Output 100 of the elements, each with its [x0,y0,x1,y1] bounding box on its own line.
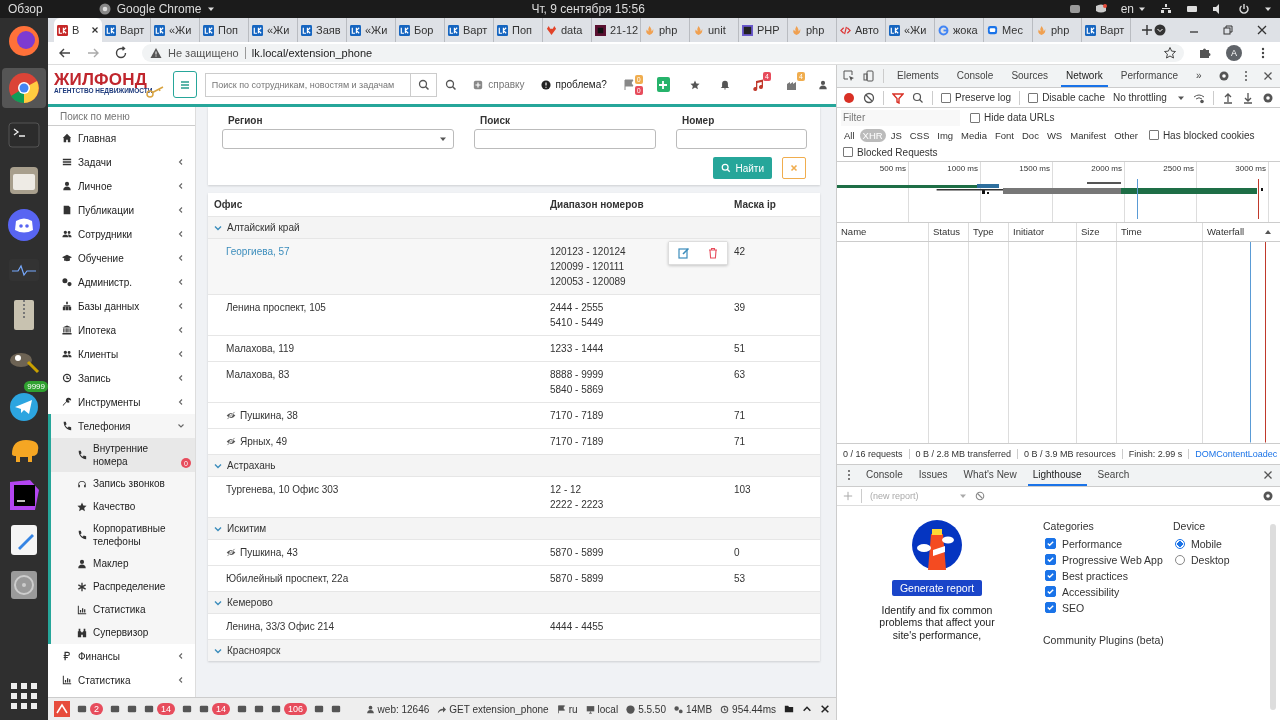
device-radio[interactable]: Desktop [1175,553,1270,566]
select-field[interactable] [222,129,454,149]
device-radio[interactable]: Mobile [1175,537,1270,550]
filter-icon[interactable] [892,91,904,104]
type-filter-button[interactable]: Doc [1019,128,1042,142]
devtools-tab[interactable]: Console [951,65,999,87]
column-header[interactable]: Status [929,223,969,241]
menu-item[interactable]: Базы данных [48,294,195,318]
user-icon[interactable] [818,79,828,90]
browser-icon[interactable] [6,23,42,59]
more-tabs-button[interactable]: » [1191,65,1207,87]
settings-icon[interactable] [1218,70,1230,82]
activities-button[interactable]: Обзор [8,2,43,16]
preserve-log-checkbox[interactable]: Preserve log [941,92,1012,103]
app-menu[interactable]: Google Chrome [58,2,216,16]
wifi-settings-icon[interactable] [1192,91,1205,104]
search-field[interactable]: Поиск по сотрудникам, новостям и задачам [204,72,412,97]
type-filter-button[interactable]: Img [934,128,957,142]
search-button[interactable] [411,72,438,97]
inspect-icon[interactable] [843,70,855,82]
drawer-tab[interactable]: What's New [958,464,1022,486]
devtools-tab[interactable]: Performance [1115,65,1183,87]
column-header[interactable]: Initiator [1009,223,1077,241]
input-field[interactable] [474,129,656,149]
blocked-cookies-checkbox[interactable]: Has blocked cookies [1148,129,1255,141]
sort-ascending-icon[interactable] [1264,228,1272,236]
help-link[interactable]: справку [473,79,525,90]
clear-icon[interactable] [974,490,985,501]
download-icon[interactable] [1241,91,1254,104]
menu-item[interactable]: Личное [48,174,195,198]
blocked-requests-checkbox[interactable]: Blocked Requests [843,146,938,158]
submenu-item[interactable]: Супервизор [51,621,195,644]
type-filter-button[interactable]: CSS [906,128,933,142]
category-checkbox[interactable]: Best practices [1045,569,1173,582]
throttling-dropdown[interactable]: No throttling [1112,92,1185,103]
close-icon[interactable] [91,26,99,34]
column-header[interactable]: Type [969,223,1009,241]
locale-info[interactable]: ru [556,703,578,715]
back-icon[interactable] [58,46,72,60]
menu-button[interactable] [172,71,197,98]
memory-info[interactable]: 14MB [673,703,713,715]
new-tab-icon[interactable] [1141,24,1153,36]
chat-icon[interactable] [6,207,42,243]
delete-button[interactable] [698,242,727,264]
menu-item[interactable]: Инструменты [48,390,195,414]
column-header[interactable]: Waterfall [1203,223,1264,241]
filter-field[interactable]: Filter [841,109,960,126]
chevron-up-icon[interactable] [802,704,812,714]
language-menu[interactable]: en [1120,2,1146,16]
menu-item[interactable]: Публикации [48,198,195,222]
upload-icon[interactable] [1221,91,1234,104]
drawer-tab[interactable]: Lighthouse [1027,464,1087,486]
group-header[interactable]: Кемерово [208,591,820,613]
clear-icon[interactable] [863,91,875,104]
menu-item[interactable]: Запись [48,366,195,390]
group-header[interactable]: Астрахань [208,454,820,476]
menu-item[interactable]: Ипотека [48,318,195,342]
generate-report-button[interactable]: Generate report [891,579,983,596]
bookmark-star-icon[interactable] [1164,47,1176,59]
search-icon[interactable] [445,78,458,91]
settings-icon[interactable] [1262,91,1274,104]
caret-icon[interactable] [1264,5,1272,13]
column-header[interactable]: Name [837,223,929,241]
debug-logo-icon[interactable] [54,701,70,717]
type-filter-button[interactable]: JS [887,128,905,142]
type-filter-button[interactable]: Manifest [1067,128,1110,142]
network-icon[interactable] [1160,3,1172,15]
clock[interactable]: Чт, 9 сентября 15:56 [531,2,645,16]
devtools-tab[interactable]: Elements [892,65,944,87]
request-info[interactable]: GET extension_phone [437,703,549,715]
music-note-icon[interactable] [752,78,764,91]
url-text[interactable]: lk.local/extension_phone [251,47,373,59]
puzzle-icon[interactable] [1198,46,1212,60]
battery-icon[interactable] [1186,3,1198,15]
menu-item[interactable]: Задачи [48,150,195,174]
submenu-item[interactable]: Распределение [51,575,195,598]
type-filter-button[interactable]: WS [1043,128,1066,142]
environment-info[interactable]: local [585,703,619,715]
close-icon[interactable] [1262,469,1274,481]
input-field[interactable] [676,129,807,149]
flag-icon[interactable] [622,78,635,91]
problem-link[interactable]: проблема? [540,79,607,90]
drawer-tab[interactable]: Search [1092,464,1135,486]
settings-icon[interactable] [1262,489,1274,502]
drawer-tab[interactable]: Console [861,464,908,486]
star-icon[interactable] [690,79,700,90]
office-link[interactable]: Георгиева, 57 [226,244,290,259]
chat-icon[interactable] [1094,3,1107,15]
submenu-item[interactable]: Качество [51,495,195,518]
folder-icon[interactable] [784,704,794,714]
user-info[interactable]: web: 12646 [365,703,430,715]
menu-item[interactable]: Финансы [48,644,195,668]
profile-button[interactable]: A [1226,45,1242,61]
add-button[interactable] [656,77,670,92]
version-info[interactable]: 5.5.50 [626,703,666,715]
browser-icon[interactable] [6,70,42,106]
menu-item[interactable]: Телефония [51,414,195,438]
address-bar[interactable]: Не защищено lk.local/extension_phone [142,44,1184,62]
search-icon[interactable] [912,91,924,104]
menu-item[interactable]: Обучение [48,246,195,270]
